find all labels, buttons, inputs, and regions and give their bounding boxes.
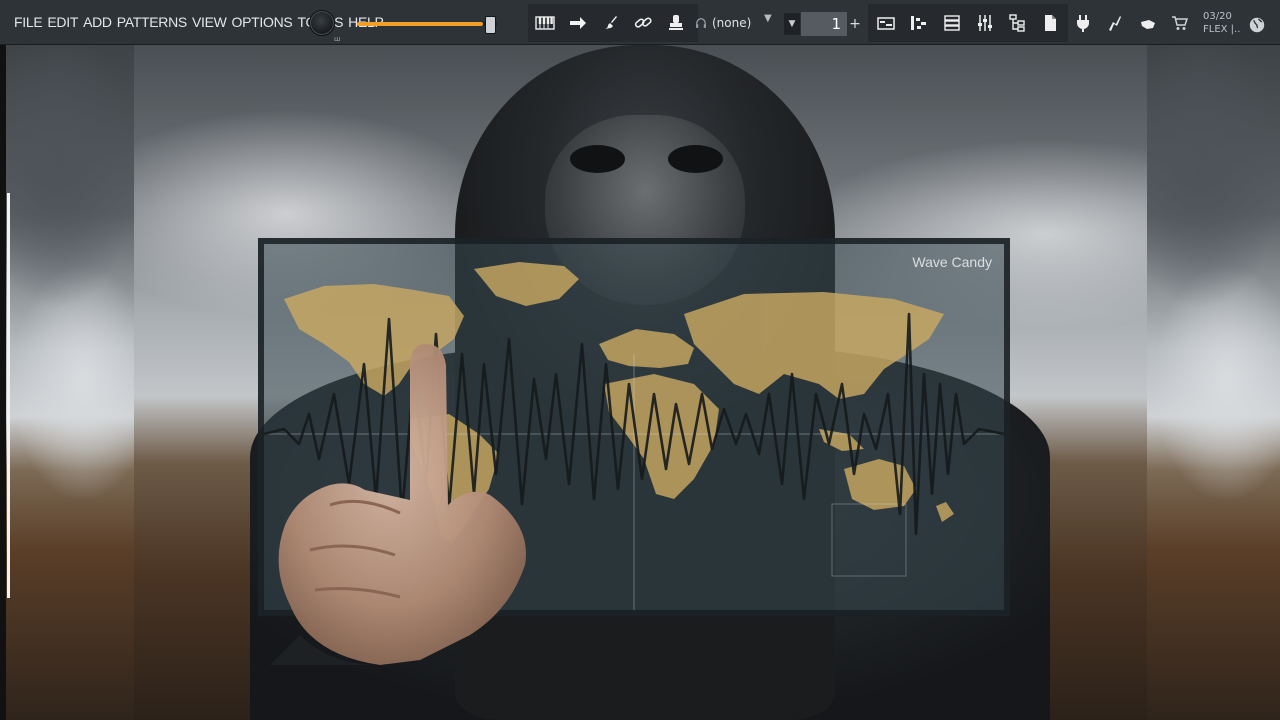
pattern-number-field[interactable]: 1 (801, 12, 847, 36)
master-pitch-knob[interactable] (309, 10, 335, 36)
piano-roll-icon[interactable] (906, 10, 932, 36)
brush-icon[interactable] (597, 10, 623, 36)
arrow-right-icon[interactable] (565, 10, 591, 36)
globe-icon[interactable] (1248, 16, 1266, 34)
link-icon[interactable] (630, 10, 656, 36)
continent-greenland (474, 262, 579, 306)
menu-add[interactable]: ADD (83, 14, 112, 30)
menu-options[interactable]: OPTIONS (232, 14, 293, 30)
background-right-panel (1147, 45, 1280, 720)
frame-divider-line (7, 193, 10, 598)
menu-patterns[interactable]: PATTERNS (117, 14, 188, 30)
mixer-icon[interactable] (972, 10, 998, 36)
touch-controller-icon[interactable] (1102, 10, 1128, 36)
mask-eye-right (668, 145, 723, 173)
news-info-panel[interactable]: 03/20 FLEX |.. (1203, 10, 1243, 36)
menu-edit[interactable]: EDIT (47, 14, 78, 30)
piano-keyboard-icon[interactable] (532, 10, 558, 36)
browser-tree-icon[interactable] (1005, 10, 1031, 36)
add-pattern-button[interactable]: + (848, 13, 862, 35)
master-volume-slider[interactable] (357, 22, 497, 26)
pointing-hand (270, 344, 526, 665)
menu-file[interactable]: FILE (14, 14, 43, 30)
hand-pointer-icon[interactable] (1135, 10, 1161, 36)
shopping-cart-icon[interactable] (1167, 10, 1193, 36)
background-left-panel (6, 45, 134, 720)
chevron-down-icon[interactable]: ▼ (764, 13, 772, 24)
document-icon[interactable] (1037, 10, 1063, 36)
master-volume-fill (357, 22, 483, 26)
knob-mark: ш (334, 35, 341, 43)
news-headline: FLEX |.. (1203, 24, 1241, 35)
menu-view[interactable]: VIEW (192, 14, 227, 30)
continent-europe (599, 329, 694, 368)
island-new-zealand (936, 502, 954, 522)
video-frame: Wave Candy (0, 45, 1280, 720)
pattern-dropdown-button[interactable]: ▼ (784, 13, 800, 35)
stamp-icon[interactable] (663, 10, 689, 36)
news-date: 03/20 (1203, 11, 1232, 22)
wave-candy-title: Wave Candy (912, 254, 992, 270)
playlist-icon[interactable] (873, 10, 899, 36)
mask-eye-left (570, 145, 625, 173)
plugin-plug-icon[interactable] (1070, 10, 1096, 36)
master-volume-thumb[interactable] (485, 16, 496, 34)
headphones-icon[interactable] (694, 10, 708, 36)
channel-rack-icon[interactable] (939, 10, 965, 36)
